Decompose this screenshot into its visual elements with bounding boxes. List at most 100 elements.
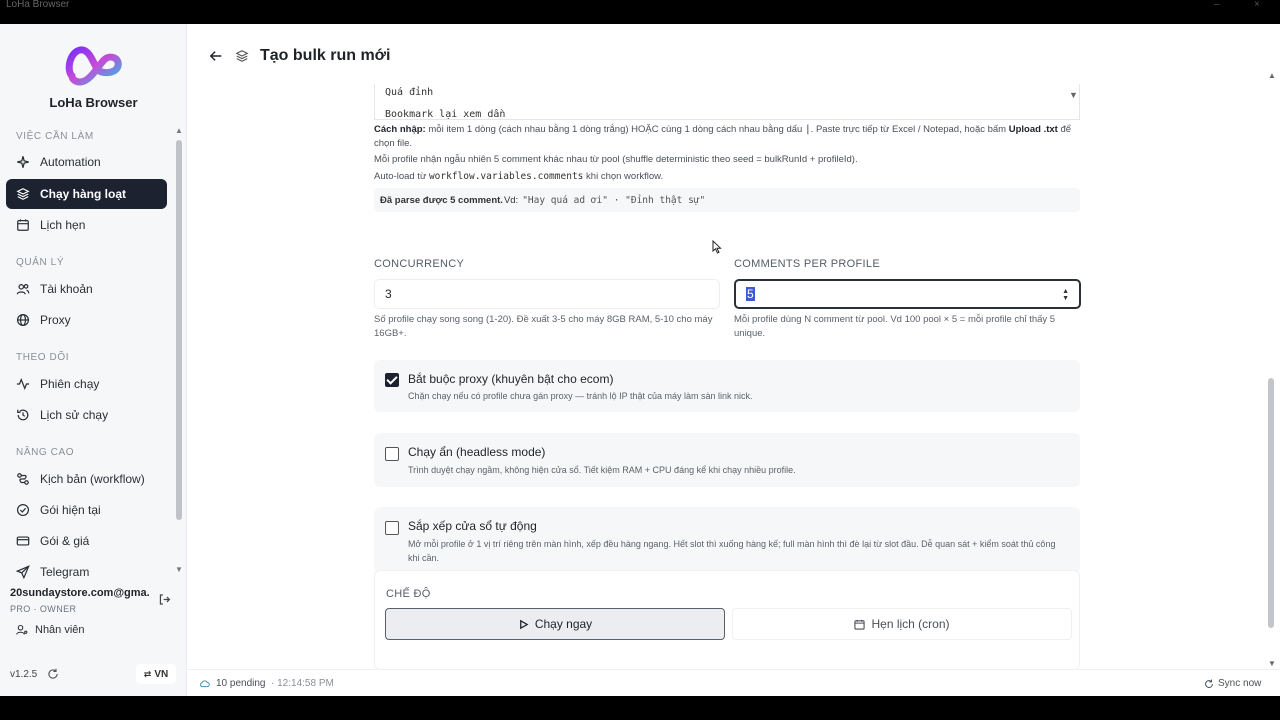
- sidebar-item-label: Phiên chạy: [40, 377, 100, 391]
- window-title: LoHa Browser: [6, 0, 70, 10]
- sidebar-item-label: Proxy: [40, 313, 71, 327]
- workflow-icon: [17, 473, 29, 485]
- stepper-down-icon[interactable]: ▼: [1062, 295, 1069, 302]
- auto-arrange-checkbox[interactable]: [385, 521, 399, 535]
- autoload-help: Auto-load từ workflow.variables.comments…: [374, 171, 664, 182]
- status-bar: 10 pending · 12:14:58 PM Sync now: [187, 669, 1280, 696]
- sidebar-item-accounts[interactable]: Tài khoản: [6, 274, 167, 304]
- plan-badge: PRO · OWNER: [10, 604, 77, 614]
- minimize-icon[interactable]: –: [1214, 0, 1220, 10]
- stepper-up-icon[interactable]: ▲: [1062, 288, 1069, 295]
- sync-now-label: Sync now: [1218, 678, 1262, 689]
- sidebar-item-proxy[interactable]: Proxy: [6, 305, 167, 335]
- screen-bottom-bar: [0, 696, 1280, 720]
- comments-per-profile-input[interactable]: 5 ▲ ▼: [734, 279, 1081, 309]
- pending-count: 10 pending: [216, 678, 266, 689]
- sidebar-item-workflow[interactable]: Kịch bản (workflow): [6, 464, 167, 494]
- main-scrollbar[interactable]: [1268, 378, 1274, 628]
- option-title: Sắp xếp cửa sổ tự động: [408, 519, 537, 533]
- language-label: VN: [154, 668, 169, 680]
- sparkle-icon: [17, 156, 29, 168]
- credit-card-icon: [16, 536, 30, 546]
- sidebar-item-label: Gói hiện tại: [40, 503, 101, 517]
- app-version: v1.2.5: [10, 669, 38, 680]
- comments-per-profile-value: 5: [746, 287, 755, 301]
- close-icon[interactable]: ×: [1254, 0, 1260, 10]
- section-advanced: NÂNG CAO: [16, 447, 75, 458]
- sidebar-item-history[interactable]: Lịch sử chạy: [6, 400, 167, 430]
- account-email: 20sundaystore.com@gma...: [10, 587, 150, 599]
- schedule-cron-label: Hẹn lịch (cron): [871, 617, 950, 631]
- comment-line: Quá đỉnh: [385, 87, 434, 98]
- sidebar-scroll-down-icon[interactable]: ▼: [175, 565, 183, 574]
- sidebar-item-label: Automation: [40, 155, 101, 169]
- textarea-scroll-down-icon[interactable]: ▼: [1069, 90, 1078, 100]
- sync-icon: [1205, 679, 1213, 688]
- users-icon: [16, 284, 30, 295]
- sync-time: · 12:14:58 PM: [271, 678, 334, 689]
- option-require-proxy[interactable]: Bắt buộc proxy (khuyên bật cho ecom) Chặ…: [374, 360, 1080, 412]
- sidebar-item-current-plan[interactable]: Gói hiện tại: [6, 495, 167, 525]
- sidebar-item-label: Tài khoản: [40, 282, 93, 296]
- comments-per-profile-hint: Mỗi profile dùng N comment từ pool. Vd 1…: [734, 314, 1056, 339]
- comment-line: Bookmark lại xem dần: [385, 109, 506, 120]
- sidebar-item-automation[interactable]: Automation: [6, 147, 167, 177]
- main-scroll-up-icon[interactable]: ▲: [1268, 71, 1276, 80]
- import-help: Cách nhập: mỗi item 1 dòng (cách nhau bằ…: [374, 124, 1072, 149]
- play-icon: [519, 619, 529, 629]
- staff-link[interactable]: Nhân viên: [16, 624, 85, 636]
- page-header: Tạo bulk run mới: [187, 24, 1280, 84]
- run-now-button[interactable]: Chạy ngay: [385, 608, 725, 640]
- sidebar-item-label: Telegram: [40, 565, 90, 579]
- refresh-icon[interactable]: [47, 668, 59, 680]
- sidebar-scroll-up-icon[interactable]: ▲: [175, 126, 183, 135]
- layers-icon: [235, 50, 249, 62]
- logout-icon[interactable]: [158, 593, 171, 606]
- brand-name: LoHa Browser: [49, 95, 138, 110]
- mode-label: CHẾ ĐỘ: [386, 588, 431, 600]
- sidebar-item-label: Kịch bản (workflow): [40, 472, 145, 486]
- headless-checkbox[interactable]: [385, 447, 399, 461]
- sidebar-item-label: Gói & giá: [40, 534, 90, 548]
- sidebar-item-telegram[interactable]: Telegram: [6, 557, 167, 587]
- sidebar-item-sessions[interactable]: Phiên chạy: [6, 369, 167, 399]
- check-circle-icon: [16, 503, 30, 517]
- section-monitor: THEO DÕI: [16, 352, 70, 363]
- option-title: Chạy ẩn (headless mode): [408, 445, 546, 459]
- concurrency-value: 3: [385, 287, 392, 301]
- activity-icon: [16, 377, 30, 391]
- calendar-clock-icon: [854, 619, 866, 630]
- option-desc: Trình duyệt chạy ngầm, không hiện cửa sổ…: [408, 465, 796, 475]
- option-auto-arrange[interactable]: Sắp xếp cửa sổ tự động Mở mỗi profile ở …: [374, 507, 1080, 573]
- schedule-cron-button[interactable]: Hẹn lịch (cron): [732, 608, 1072, 640]
- mode-card: CHẾ ĐỘ Chạy ngay Hẹn lịch (cron): [374, 570, 1080, 669]
- number-stepper[interactable]: ▲ ▼: [1062, 288, 1069, 302]
- section-todo: VIỆC CẦN LÀM: [16, 131, 94, 142]
- comments-per-profile-label: COMMENTS PER PROFILE: [734, 258, 880, 270]
- send-icon: [16, 565, 30, 579]
- sidebar-item-schedule[interactable]: Lịch hẹn: [6, 210, 167, 240]
- language-switch[interactable]: ⇄ VN: [136, 664, 176, 684]
- shuffle-help: Mỗi profile nhận ngẫu nhiên 5 comment kh…: [374, 154, 858, 165]
- sidebar-item-bulk-run[interactable]: Chạy hàng loạt: [6, 179, 167, 209]
- history-icon: [17, 409, 29, 421]
- cloud-icon: [200, 680, 210, 688]
- pending-status: 10 pending: [199, 678, 266, 689]
- sidebar-item-label: Lịch hẹn: [40, 218, 86, 232]
- sidebar-scrollbar[interactable]: [176, 140, 182, 520]
- sidebar: LoHa Browser VIỆC CẦN LÀM Automation Chạ…: [0, 24, 187, 696]
- main-scroll-down-icon[interactable]: ▼: [1268, 659, 1276, 668]
- option-headless[interactable]: Chạy ẩn (headless mode) Trình duyệt chạy…: [374, 433, 1080, 487]
- comments-textarea[interactable]: Quá đỉnh Bookmark lại xem dần: [374, 84, 1080, 120]
- concurrency-input[interactable]: 3: [374, 279, 720, 309]
- calendar-icon: [17, 219, 29, 231]
- back-arrow-icon[interactable]: [209, 49, 223, 63]
- main-content: Quá đỉnh Bookmark lại xem dần ▼ Cách nhậ…: [187, 84, 1280, 669]
- sidebar-item-pricing[interactable]: Gói & giá: [6, 526, 167, 556]
- window-titlebar: LoHa Browser – ×: [0, 0, 1280, 24]
- sync-now-button[interactable]: Sync now: [1204, 678, 1261, 689]
- layers-icon: [16, 188, 30, 200]
- require-proxy-checkbox[interactable]: [385, 373, 399, 387]
- app-window: LoHa Browser VIỆC CẦN LÀM Automation Chạ…: [0, 24, 1280, 696]
- sidebar-item-label: Lịch sử chạy: [40, 408, 109, 422]
